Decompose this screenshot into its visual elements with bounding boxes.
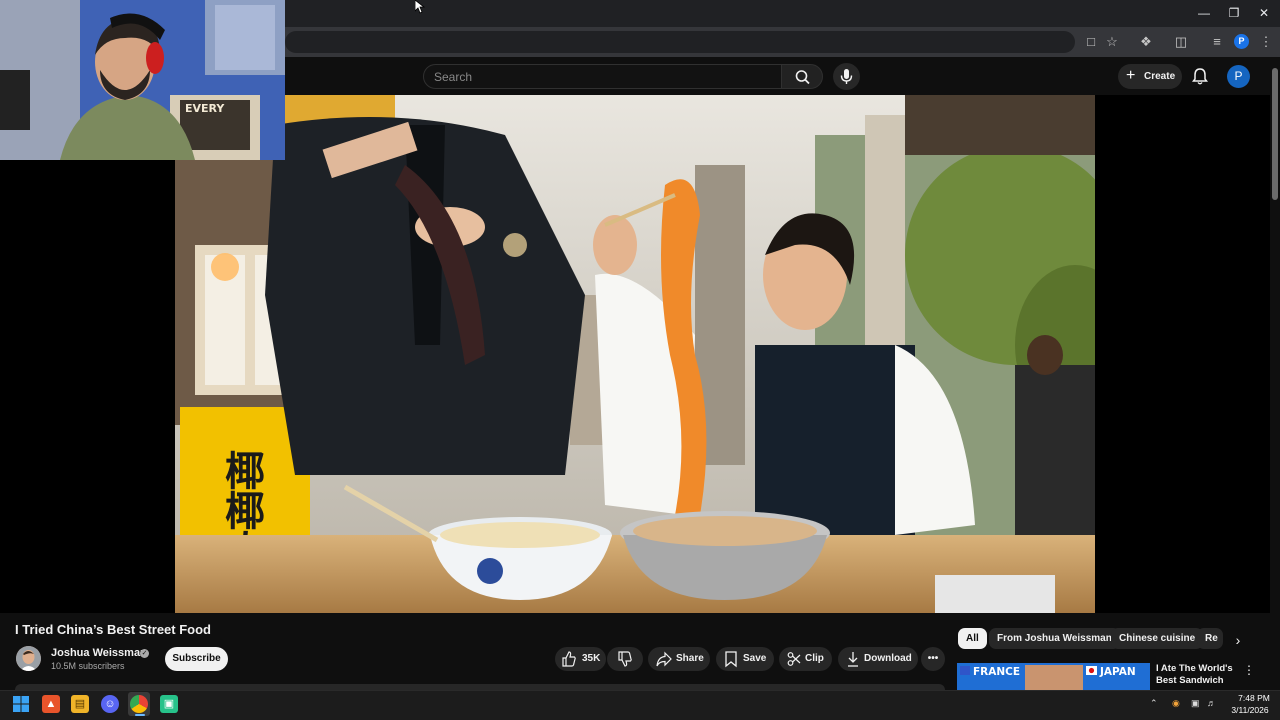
browser-menu-icon[interactable]: ⋮ <box>1257 33 1275 51</box>
discord-icon[interactable]: ☺ <box>101 695 119 713</box>
subscriber-count: 10.5M subscribers <box>51 661 125 671</box>
minimize-icon[interactable]: — <box>1194 5 1214 21</box>
channel-name[interactable]: Joshua Weissman <box>51 647 147 659</box>
bookmark-icon <box>724 647 738 679</box>
active-indicator <box>135 714 145 716</box>
voice-search-button[interactable] <box>833 63 860 90</box>
search-icon <box>795 70 810 85</box>
chip-partial[interactable]: Re <box>1197 628 1223 649</box>
mouse-cursor-icon <box>414 0 426 14</box>
bookmark-star-icon[interactable]: ☆ <box>1103 33 1121 51</box>
like-button[interactable]: 35K <box>555 647 606 671</box>
microphone-tray-icon[interactable]: ◉ <box>1172 698 1180 709</box>
chip-chinese-cuisine[interactable]: Chinese cuisine <box>1111 628 1204 649</box>
more-actions-button[interactable]: ••• <box>921 647 945 671</box>
download-button[interactable]: Download <box>838 647 918 671</box>
more-vertical-icon[interactable]: ⋮ <box>1243 663 1255 677</box>
brave-browser-icon[interactable]: ▲ <box>42 695 60 713</box>
search-box[interactable] <box>423 64 782 89</box>
install-app-icon[interactable]: □ <box>1082 33 1100 51</box>
channel-avatar[interactable] <box>16 646 41 671</box>
more-horizontal-icon: ••• <box>927 653 939 664</box>
account-avatar[interactable]: P <box>1227 65 1250 88</box>
windows-taskbar <box>0 690 1280 720</box>
microphone-icon <box>840 69 853 84</box>
recommended-video-thumbnail[interactable]: FRANCE JAPAN <box>957 663 1150 690</box>
notifications-bell-icon[interactable] <box>1190 66 1210 86</box>
clip-label: Clip <box>805 653 824 664</box>
file-explorer-icon[interactable]: ▤ <box>71 695 89 713</box>
thumb-text-right: JAPAN <box>1099 666 1136 678</box>
thumb-text-left: FRANCE <box>973 666 1020 678</box>
recommended-video-title[interactable]: I Ate The World's Best Sandwich <box>1156 663 1236 687</box>
restore-icon[interactable]: ❐ <box>1224 5 1244 21</box>
share-button[interactable]: Share <box>648 647 710 671</box>
browser-profile-icon[interactable]: P <box>1234 34 1249 49</box>
network-icon[interactable]: ▣ <box>1191 698 1200 709</box>
windows-start-icon[interactable] <box>13 696 29 712</box>
share-label: Share <box>676 653 704 664</box>
save-label: Save <box>743 653 767 664</box>
extensions-icon[interactable]: ❖ <box>1137 33 1155 51</box>
verified-check-icon: ✓ <box>140 649 149 658</box>
scissors-icon <box>787 647 801 679</box>
media-controls-icon[interactable]: ≡ <box>1208 33 1226 51</box>
clock-time[interactable]: 7:48 PM <box>1234 693 1274 703</box>
video-title: I Tried China’s Best Street Food <box>15 622 211 637</box>
download-label: Download <box>864 653 912 664</box>
subscribe-button[interactable]: Subscribe <box>165 647 228 671</box>
dislike-button[interactable] <box>607 647 643 671</box>
app-icon[interactable]: ▣ <box>160 695 178 713</box>
thumbs-up-icon <box>562 647 576 679</box>
scrollbar-thumb[interactable] <box>1272 68 1278 200</box>
search-button[interactable] <box>781 64 823 89</box>
chip-from-channel[interactable]: From Joshua Weissman <box>989 628 1120 649</box>
save-button[interactable]: Save <box>716 647 774 671</box>
chrome-icon[interactable] <box>130 695 148 713</box>
chevron-right-icon[interactable]: › <box>1230 632 1246 648</box>
split-view-icon[interactable]: ◫ <box>1172 33 1190 51</box>
share-icon <box>656 647 672 679</box>
chip-all[interactable]: All <box>958 628 987 649</box>
search-input[interactable] <box>434 69 764 85</box>
video-frame[interactable]: 椰 椰 肉 <box>175 95 1095 613</box>
close-icon[interactable]: ✕ <box>1254 5 1274 21</box>
address-bar[interactable] <box>285 31 1075 53</box>
plus-icon: + <box>1126 67 1136 84</box>
volume-icon[interactable]: ♬ <box>1207 698 1216 708</box>
thumbs-down-icon <box>618 647 632 679</box>
download-icon <box>846 647 860 679</box>
svg-text:EVERY: EVERY <box>185 102 225 115</box>
clip-button[interactable]: Clip <box>779 647 832 671</box>
clock-date[interactable]: 3/11/2026 <box>1228 705 1272 715</box>
like-count: 35K <box>582 653 601 664</box>
tray-overflow-icon[interactable]: ⌃ <box>1150 698 1158 709</box>
webcam-overlay: EVERY <box>0 0 285 160</box>
